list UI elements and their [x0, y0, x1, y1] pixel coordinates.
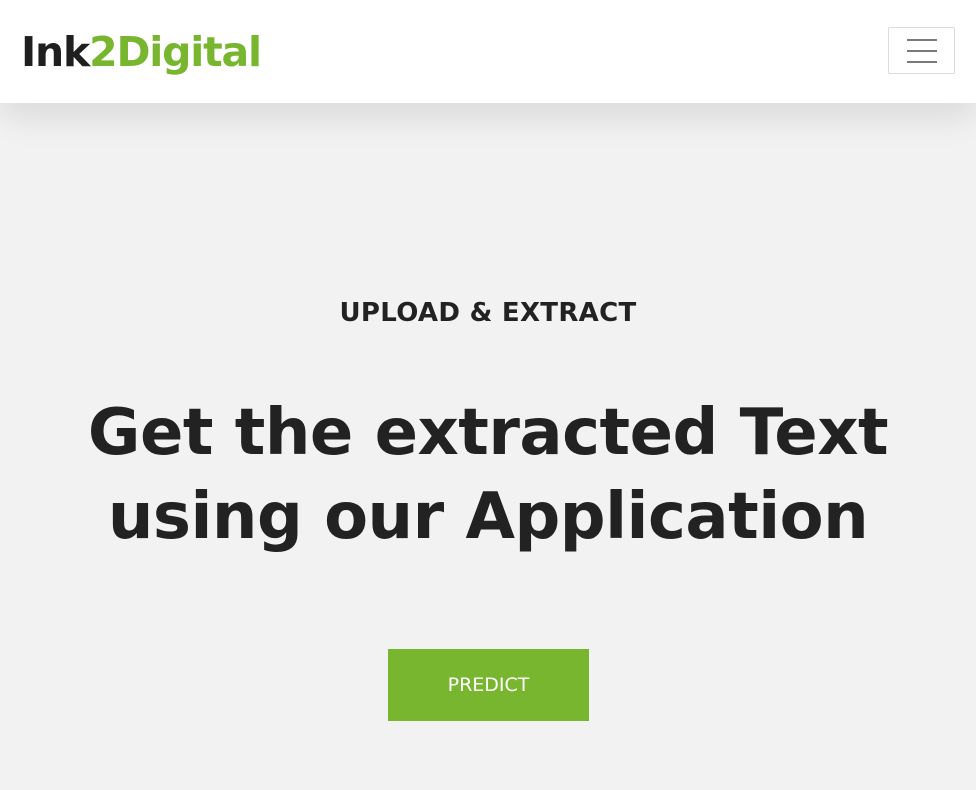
hero-headline: Get the extracted Text using our Applica… — [0, 391, 976, 559]
hero-headline-line-1: Get the extracted Text — [87, 396, 889, 470]
brand-prefix: Ink — [21, 28, 90, 76]
brand-logo[interactable]: Ink2Digital — [21, 27, 262, 77]
hero-headline-line-2: using our Application — [107, 480, 869, 554]
predict-button[interactable]: PREDICT — [388, 649, 589, 721]
navbar: Ink2Digital — [0, 0, 976, 103]
hero-eyebrow: UPLOAD & EXTRACT — [339, 298, 637, 328]
brand-accent: 2Digital — [89, 28, 262, 76]
menu-toggle-button[interactable] — [888, 27, 955, 74]
hero-section: UPLOAD & EXTRACT Get the extracted Text … — [0, 103, 976, 790]
